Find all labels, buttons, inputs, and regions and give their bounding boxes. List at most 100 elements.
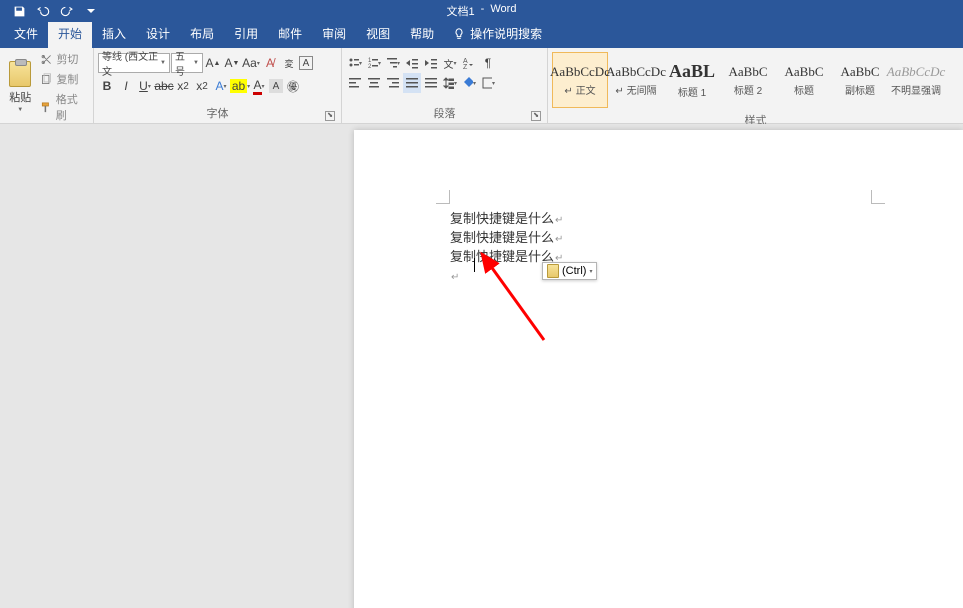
paste-options-label: (Ctrl) xyxy=(562,265,586,277)
tab-file[interactable]: 文件 xyxy=(4,20,48,48)
increase-indent-button[interactable] xyxy=(422,53,440,73)
tab-review[interactable]: 审阅 xyxy=(312,20,356,48)
text-effects-button[interactable]: A▾ xyxy=(212,76,230,96)
strikethrough-button[interactable]: abc xyxy=(155,76,173,96)
numbering-button[interactable]: 12▾ xyxy=(365,53,383,73)
grow-font-button[interactable]: A▲ xyxy=(204,53,222,73)
font-name-combo[interactable]: 等线 (西文正文▼ xyxy=(98,53,170,73)
tab-references[interactable]: 引用 xyxy=(224,20,268,48)
align-center-button[interactable] xyxy=(365,73,383,93)
tab-layout[interactable]: 布局 xyxy=(180,20,224,48)
change-case-button[interactable]: Aa▾ xyxy=(242,53,260,73)
italic-button[interactable]: I xyxy=(117,76,135,96)
bullets-button[interactable]: ▾ xyxy=(346,53,364,73)
style-no-spacing[interactable]: AaBbCcDc ↵ 无间隔 xyxy=(608,52,664,108)
distributed-button[interactable] xyxy=(422,73,440,93)
clipboard-small-icon xyxy=(547,264,559,278)
margin-marker-top-right xyxy=(871,190,885,204)
paste-label: 粘贴 xyxy=(9,89,31,105)
cut-label: 剪切 xyxy=(56,51,78,67)
qat-customize-button[interactable] xyxy=(80,2,102,20)
lightbulb-icon xyxy=(452,27,466,41)
format-painter-label: 格式刷 xyxy=(56,91,87,123)
document-name: 文档1 xyxy=(447,3,475,19)
page[interactable]: 复制快捷键是什么 复制快捷键是什么 复制快捷键是什么 (Ctrl) ▾ xyxy=(354,130,963,608)
character-border-button[interactable]: A xyxy=(299,56,313,70)
title-bar: 文档1 - Word xyxy=(0,0,963,22)
window-title: 文档1 - Word xyxy=(447,3,517,19)
paste-options-button[interactable]: (Ctrl) ▾ xyxy=(542,262,597,280)
multilevel-list-button[interactable]: ▾ xyxy=(384,53,402,73)
group-paragraph: ▾ 12▾ ▾ 文▾ AZ ¶ ▾ ▾ ▾ 段落 ⬊ xyxy=(342,48,548,123)
shrink-font-button[interactable]: A▼ xyxy=(223,53,241,73)
style-subtle-emphasis[interactable]: AaBbCcDc 不明显强调 xyxy=(888,52,944,108)
tell-me-label: 操作说明搜索 xyxy=(470,25,542,42)
style-normal[interactable]: AaBbCcDc ↵ 正文 xyxy=(552,52,608,108)
copy-icon xyxy=(40,73,53,86)
style-heading2[interactable]: AaBbC 标题 2 xyxy=(720,52,776,108)
redo-button[interactable] xyxy=(56,2,78,20)
tab-view[interactable]: 视图 xyxy=(356,20,400,48)
scissors-icon xyxy=(40,53,53,66)
app-name: Word xyxy=(490,3,516,19)
chevron-down-icon: ▾ xyxy=(589,268,592,275)
format-painter-button[interactable]: 格式刷 xyxy=(38,90,89,124)
borders-button[interactable]: ▾ xyxy=(479,73,497,93)
font-group-label: 字体 ⬊ xyxy=(98,103,337,123)
shading-button[interactable]: ▾ xyxy=(460,73,478,93)
svg-text:2: 2 xyxy=(368,64,372,70)
style-subtitle[interactable]: AaBbC 副标题 xyxy=(832,52,888,108)
paste-button[interactable]: 粘贴 ▼ xyxy=(4,50,36,124)
group-clipboard: 粘贴 ▼ 剪切 复制 格式刷 剪贴板 ⬊ xyxy=(0,48,94,123)
tab-insert[interactable]: 插入 xyxy=(92,20,136,48)
doc-line[interactable]: 复制快捷键是什么 xyxy=(450,210,563,229)
show-hide-marks-button[interactable]: ¶ xyxy=(479,53,497,73)
line-spacing-button[interactable]: ▾ xyxy=(441,73,459,93)
doc-line[interactable]: 复制快捷键是什么 xyxy=(450,229,563,248)
styles-gallery[interactable]: AaBbCcDc ↵ 正文 AaBbCcDc ↵ 无间隔 AaBL 标题 1 A… xyxy=(552,50,959,110)
paragraph-group-label: 段落 ⬊ xyxy=(346,103,543,123)
phonetic-guide-button[interactable]: 変 xyxy=(280,53,298,73)
justify-button[interactable] xyxy=(403,73,421,93)
tell-me-search[interactable]: 操作说明搜索 xyxy=(444,25,550,48)
font-color-button[interactable]: A▾ xyxy=(250,76,268,96)
style-heading1[interactable]: AaBL 标题 1 xyxy=(664,52,720,108)
tab-help[interactable]: 帮助 xyxy=(400,20,444,48)
underline-button[interactable]: U▾ xyxy=(136,76,154,96)
quick-access-toolbar xyxy=(0,2,102,20)
clipboard-icon xyxy=(9,61,31,87)
sort-button[interactable]: AZ xyxy=(460,53,478,73)
bold-button[interactable]: B xyxy=(98,76,116,96)
svg-text:Z: Z xyxy=(463,64,468,70)
tab-mailings[interactable]: 邮件 xyxy=(268,20,312,48)
character-shading-button[interactable]: A xyxy=(269,79,283,93)
tab-design[interactable]: 设计 xyxy=(136,20,180,48)
document-area[interactable]: 复制快捷键是什么 复制快捷键是什么 复制快捷键是什么 (Ctrl) ▾ xyxy=(0,124,963,608)
font-size-combo[interactable]: 五号▼ xyxy=(171,53,203,73)
highlight-button[interactable]: ab▾ xyxy=(231,76,249,96)
group-font: 等线 (西文正文▼ 五号▼ A▲ A▼ Aa▾ A̸ 変 A B I U▾ ab… xyxy=(94,48,342,123)
asian-layout-button[interactable]: 文▾ xyxy=(441,53,459,73)
copy-label: 复制 xyxy=(56,71,78,87)
align-left-button[interactable] xyxy=(346,73,364,93)
superscript-button[interactable]: x2 xyxy=(193,76,211,96)
enclose-characters-button[interactable]: ㊝ xyxy=(284,76,302,96)
align-right-button[interactable] xyxy=(384,73,402,93)
font-dialog-launcher[interactable]: ⬊ xyxy=(325,111,335,121)
ribbon-tabs: 文件 开始 插入 设计 布局 引用 邮件 审阅 视图 帮助 操作说明搜索 xyxy=(0,22,963,48)
clear-formatting-button[interactable]: A̸ xyxy=(261,53,279,73)
save-button[interactable] xyxy=(8,2,30,20)
text-cursor xyxy=(474,258,475,272)
title-separator: - xyxy=(481,3,485,19)
undo-button[interactable] xyxy=(32,2,54,20)
decrease-indent-button[interactable] xyxy=(403,53,421,73)
cut-button[interactable]: 剪切 xyxy=(38,50,89,68)
group-styles: AaBbCcDc ↵ 正文 AaBbCcDc ↵ 无间隔 AaBL 标题 1 A… xyxy=(548,48,963,123)
copy-button[interactable]: 复制 xyxy=(38,70,89,88)
subscript-button[interactable]: x2 xyxy=(174,76,192,96)
style-title[interactable]: AaBbC 标题 xyxy=(776,52,832,108)
chevron-down-icon: ▼ xyxy=(17,107,23,113)
paragraph-dialog-launcher[interactable]: ⬊ xyxy=(531,111,541,121)
paintbrush-icon xyxy=(40,101,52,114)
tab-home[interactable]: 开始 xyxy=(48,20,92,48)
